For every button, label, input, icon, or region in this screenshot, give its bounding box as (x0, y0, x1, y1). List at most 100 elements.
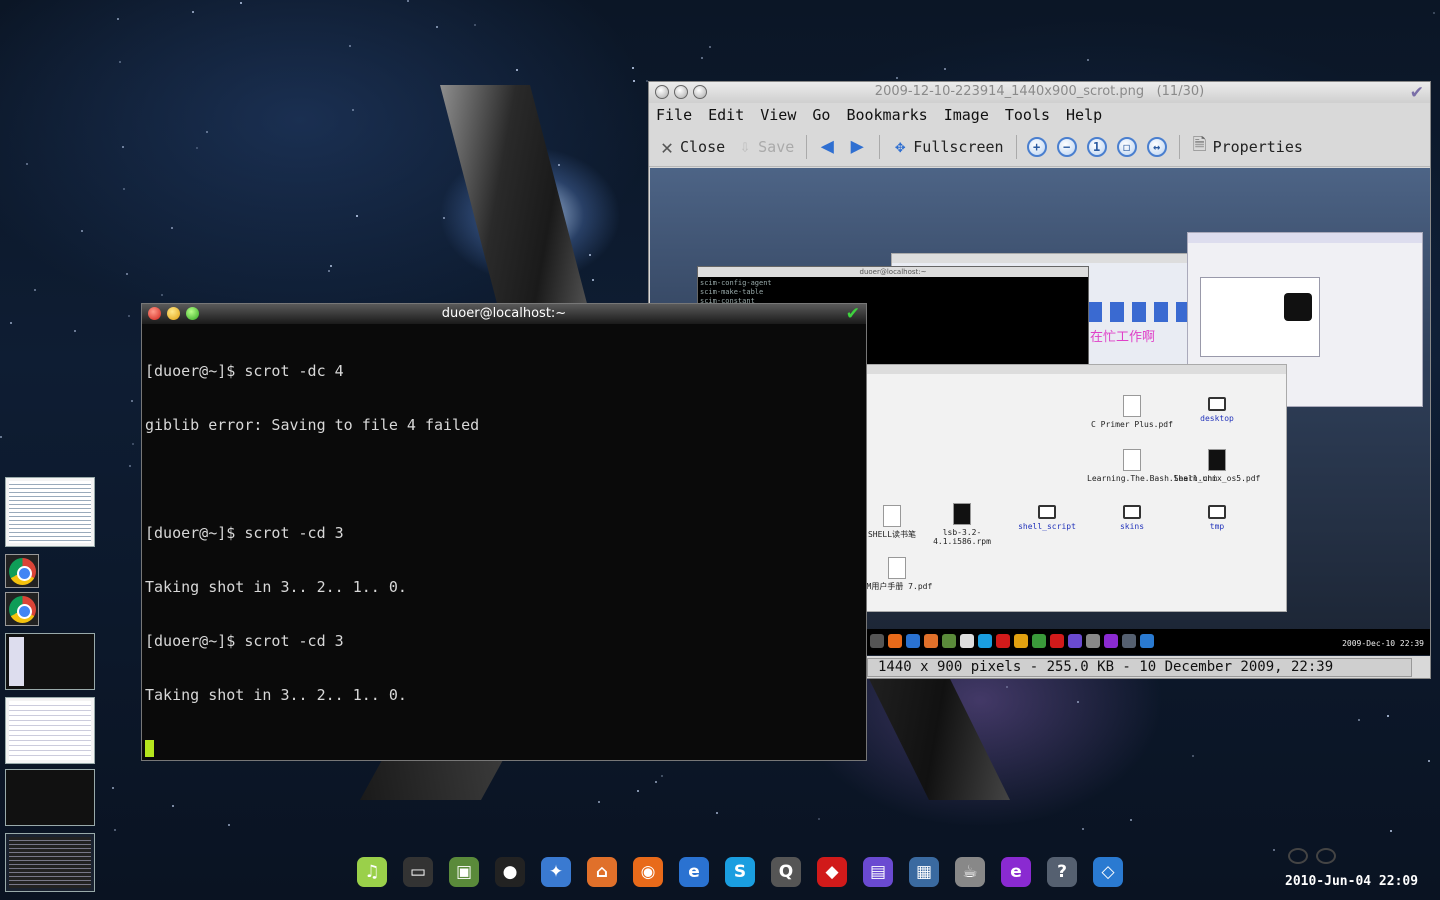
skype-icon: S (725, 857, 755, 887)
star (436, 26, 438, 28)
star (119, 61, 121, 63)
dock-item[interactable]: ◆ (812, 852, 852, 892)
properties-button[interactable]: 🗎 Properties (1190, 135, 1303, 157)
menu-view[interactable]: View (760, 106, 796, 124)
zoom-in-button[interactable]: + (1026, 136, 1047, 157)
thumb-chrome-1[interactable] (5, 554, 39, 588)
preview-dock: 2009-Dec-10 22:39 (866, 629, 1430, 655)
star (117, 18, 119, 20)
dock-item[interactable]: ✦ (536, 852, 576, 892)
arrow-left-icon: ◀ (820, 134, 834, 159)
thumb-document-window[interactable] (5, 477, 95, 547)
terminal-title: duoer@localhost:~ (441, 306, 567, 321)
chrome-icon (9, 558, 36, 585)
star (701, 57, 703, 59)
dock-item[interactable]: ? (1042, 852, 1082, 892)
star (132, 443, 134, 445)
menu-help[interactable]: Help (1066, 106, 1102, 124)
star (228, 824, 230, 826)
thumb-chrome-2[interactable] (5, 592, 39, 626)
dock-item[interactable]: ▤ (858, 852, 898, 892)
home-folder-icon: ⌂ (587, 857, 617, 887)
thumb-terminal-window[interactable] (5, 833, 95, 892)
menu-file[interactable]: File (656, 106, 692, 124)
star (112, 787, 114, 789)
star (558, 164, 560, 166)
terminal-titlebar[interactable]: duoer@localhost:~ ✔ (142, 304, 866, 324)
check-icon[interactable]: ✔ (846, 304, 860, 324)
dock-item[interactable]: Q (766, 852, 806, 892)
next-image-button[interactable]: ▶ (847, 134, 867, 159)
star (330, 265, 332, 267)
dock-item[interactable]: ▭ (398, 852, 438, 892)
viewer-statusbar: 1440 x 900 pixels - 255.0 KB - 10 Decemb… (867, 658, 1412, 677)
star (632, 67, 634, 69)
star (716, 812, 718, 814)
security-icon: ◆ (817, 857, 847, 887)
star (1390, 830, 1392, 832)
star (128, 315, 130, 317)
star (709, 46, 711, 48)
terminal-window[interactable]: duoer@localhost:~ ✔ [duoer@~]$ scrot -dc… (141, 303, 867, 761)
terminal-line: Taking shot in 3.. 2.. 1.. 0. (145, 686, 407, 704)
dock-item[interactable]: ◇ (1088, 852, 1128, 892)
menu-bookmarks[interactable]: Bookmarks (846, 106, 927, 124)
previous-image-button[interactable]: ◀ (817, 134, 837, 159)
firefox-icon: ◉ (633, 857, 663, 887)
thumb-mixed-window[interactable] (5, 633, 95, 690)
menu-tools[interactable]: Tools (1005, 106, 1050, 124)
dock-item[interactable]: ♫ (352, 852, 392, 892)
fullscreen-button[interactable]: ✥ Fullscreen (890, 137, 1003, 157)
star (1428, 760, 1430, 762)
zoom-out-button[interactable]: − (1056, 136, 1077, 157)
menu-image[interactable]: Image (944, 106, 989, 124)
save-button[interactable]: ⇩ Save (735, 137, 794, 157)
star (1082, 828, 1084, 830)
dock-item[interactable]: ◉ (628, 852, 668, 892)
thumb-black-window[interactable] (5, 769, 95, 826)
star (196, 147, 198, 149)
terminal-line: [duoer@~]$ scrot -cd 3 (145, 632, 344, 650)
dock-item[interactable]: ▦ (904, 852, 944, 892)
tray-chat-icon[interactable] (1316, 848, 1336, 864)
java-cup-icon: ☕ (955, 857, 985, 887)
thumb-form-window[interactable] (5, 697, 95, 764)
zoom-width-button[interactable]: ↔ (1146, 136, 1167, 157)
x-logo-bar-top (440, 85, 590, 315)
dock-item[interactable]: ● (490, 852, 530, 892)
music-player-icon: ♫ (357, 857, 387, 887)
star (171, 227, 173, 229)
dock-item[interactable]: ▣ (444, 852, 484, 892)
terminal-output[interactable]: [duoer@~]$ scrot -dc 4 giblib error: Sav… (142, 324, 866, 796)
dock-item[interactable]: e (996, 852, 1036, 892)
dock-item[interactable]: S (720, 852, 760, 892)
star (474, 24, 476, 26)
viewer-image-counter: (11/30) (1156, 84, 1205, 99)
arrow-right-icon: ▶ (850, 134, 864, 159)
dock-item[interactable]: ⌂ (582, 852, 622, 892)
star (1130, 819, 1132, 821)
close-icon: ✕ (660, 134, 674, 159)
viewer-titlebar[interactable]: 2009-12-10-223914_1440x900_scrot.png (11… (649, 82, 1430, 103)
tray-hat-icon[interactable] (1288, 848, 1308, 864)
qq-penguin-icon: ● (495, 857, 525, 887)
zoom-normal-button[interactable]: 1 (1086, 136, 1107, 157)
dock-item[interactable]: ☕ (950, 852, 990, 892)
star (349, 45, 351, 47)
star (81, 230, 83, 232)
dock-item[interactable]: e (674, 852, 714, 892)
star (1358, 719, 1360, 721)
menu-edit[interactable]: Edit (708, 106, 744, 124)
close-button[interactable]: ✕ Close (657, 134, 725, 159)
star (356, 215, 358, 217)
chrome-icon (9, 596, 36, 623)
zoom-fit-button[interactable]: ◻ (1116, 136, 1137, 157)
emesene-icon: e (1001, 857, 1031, 887)
star (126, 273, 128, 275)
menu-go[interactable]: Go (812, 106, 830, 124)
preview-file-manager: C Primer Plus.pdf desktop Learning.The.B… (862, 364, 1287, 612)
toolbar-separator (806, 134, 808, 159)
save-icon: ⇩ (740, 136, 751, 157)
check-icon[interactable]: ✔ (1410, 83, 1424, 103)
toolbar-separator (879, 134, 881, 159)
